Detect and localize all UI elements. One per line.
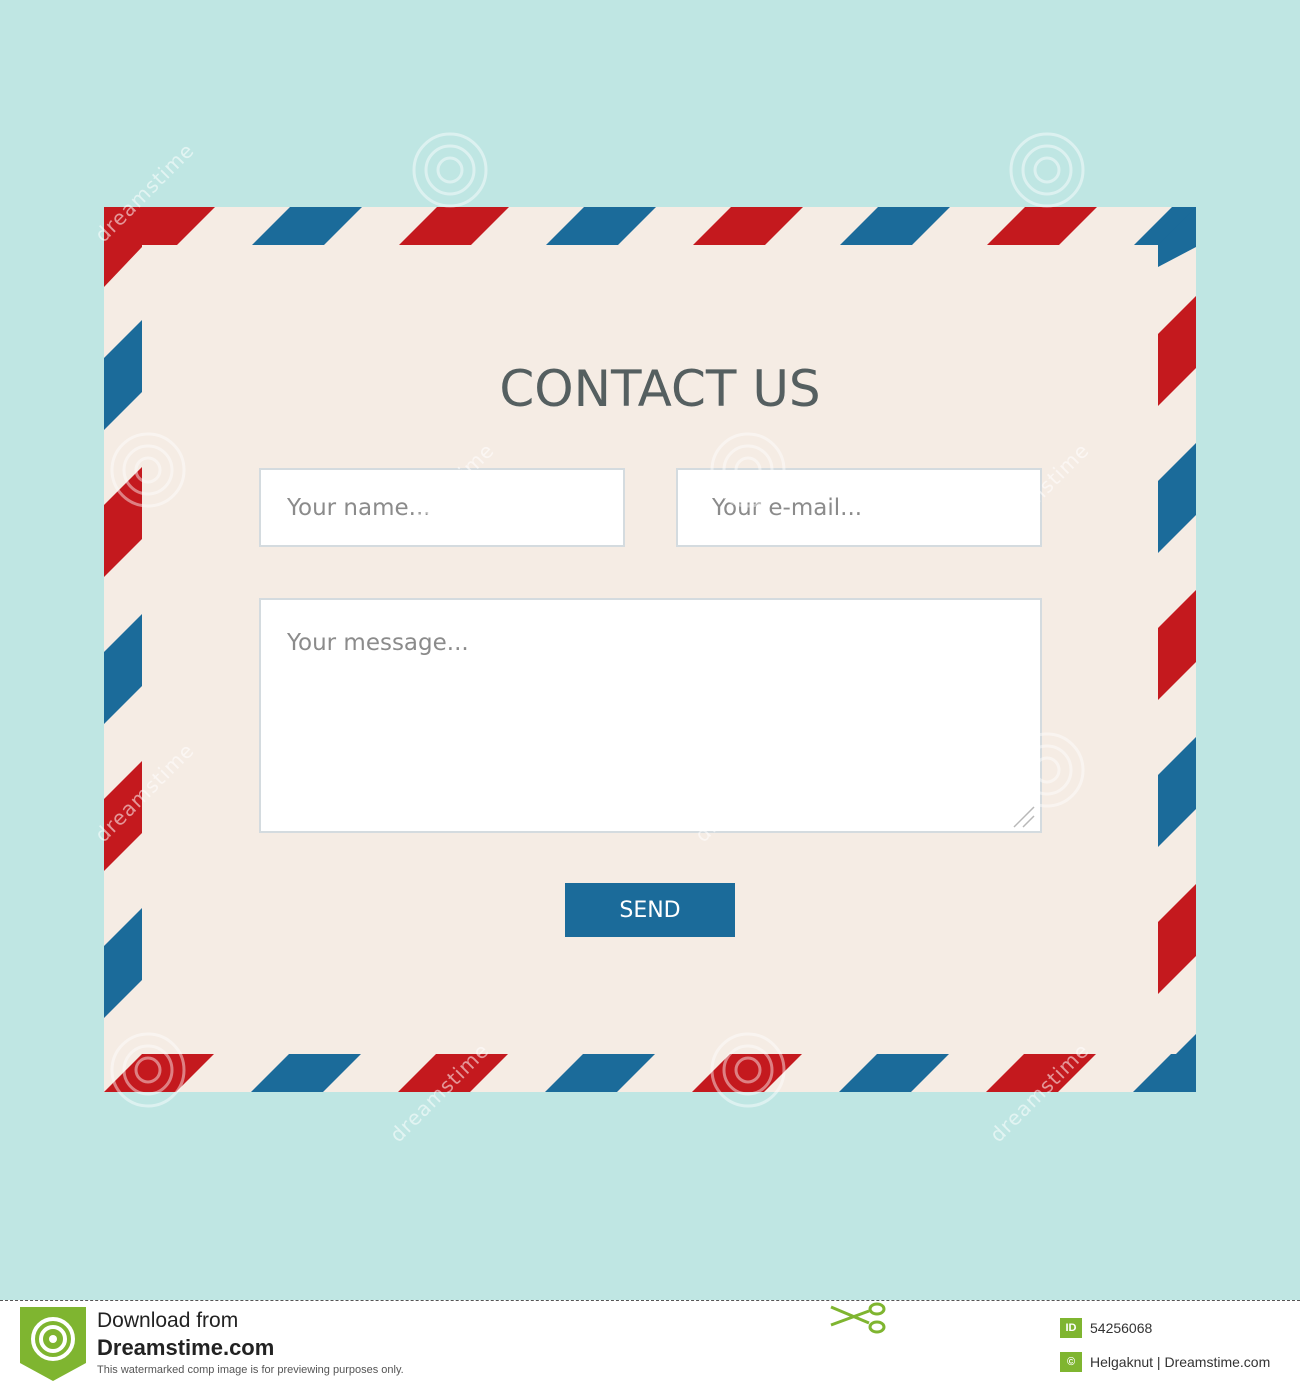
author-credit: Helgaknut | Dreamstime.com: [1090, 1354, 1271, 1370]
page-title: CONTACT US: [499, 360, 821, 418]
email-input[interactable]: [676, 468, 1042, 547]
scissors-icon: [830, 1302, 886, 1334]
image-id: 54256068: [1090, 1320, 1153, 1336]
send-button[interactable]: SEND: [565, 883, 735, 937]
message-textarea[interactable]: [259, 598, 1042, 833]
watermark-note: This watermarked comp image is for previ…: [97, 1364, 404, 1376]
name-input[interactable]: [259, 468, 625, 547]
dreamstime-logo-icon: [20, 1307, 86, 1381]
resize-grip-icon[interactable]: [1010, 803, 1036, 829]
cut-line: [0, 1300, 1300, 1301]
download-from-text: Download from: [97, 1309, 239, 1332]
id-badge: ID: [1060, 1318, 1082, 1338]
dreamstime-link[interactable]: Dreamstime.com: [97, 1335, 274, 1361]
copyright-badge: ©: [1060, 1352, 1082, 1372]
page-background: CONTACT US SEND dreamstimedreamstimedrea…: [0, 0, 1300, 1300]
